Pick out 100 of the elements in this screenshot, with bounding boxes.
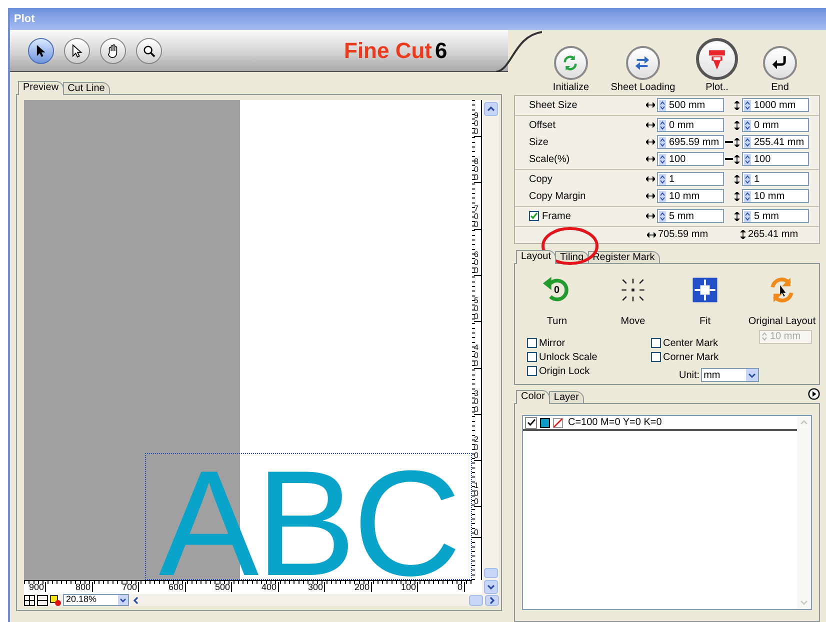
plot-label[interactable]: Plot.. [706,82,728,93]
tab[interactable]: Layer [548,391,584,404]
spinner-icon[interactable] [659,190,666,202]
ruler-label: 700 [122,582,139,592]
checkbox[interactable] [527,352,537,362]
number-field[interactable]: 0 mm [657,118,724,132]
tab[interactable]: Preview [18,81,64,95]
total-width: 705.59 mm [658,228,708,242]
frame-checkbox[interactable] [529,211,539,222]
action-label: Fit [699,314,711,329]
spinner-icon[interactable] [659,120,666,131]
sheet-button[interactable] [626,46,660,80]
width-arrow-icon [646,139,654,146]
pointer-icon [36,44,46,58]
number-field[interactable]: 100 [742,152,809,166]
node-tool-button[interactable] [64,38,90,64]
number-field[interactable]: 10 mm [742,189,809,204]
number-field[interactable]: 10 mm [657,189,724,204]
action-label: Original Layout [748,314,816,329]
scroll-down-icon[interactable] [484,580,498,594]
height-arrow-icon [734,174,740,184]
number-field[interactable]: 695.59 mm [657,135,724,150]
initialize-button[interactable] [554,46,588,80]
field-label: Scale(%) [529,152,570,167]
scroll-right-icon[interactable] [485,594,499,606]
arrow-tool-button[interactable] [28,38,54,64]
turn-button[interactable]: 0 [541,274,573,306]
spinner-icon[interactable] [659,136,666,148]
action-label: Move [620,314,646,329]
field-label: Copy Margin [529,190,586,204]
vertical-scrollbar[interactable] [482,100,499,580]
no-fill-icon [553,418,563,428]
field-label: Sheet Size [529,98,578,113]
number-field[interactable]: 500 mm [657,98,724,112]
color-checkbox[interactable] [525,416,537,429]
ruler-label: 0 [457,582,464,592]
number-field[interactable]: 5 mm [742,209,809,224]
split-view-icon[interactable] [37,594,48,606]
checkbox-label: Corner Mark [663,350,719,365]
unit-dropdown[interactable]: mm [700,368,759,382]
link-dash[interactable] [725,158,733,160]
width-arrow-icon [646,122,654,128]
spinner-icon[interactable] [659,100,666,111]
unit-label: Unit: [679,368,700,383]
tab[interactable]: Layout [516,250,556,264]
zoom-dropdown[interactable]: 20.18% [63,594,129,606]
end-button[interactable] [763,46,797,80]
tab[interactable]: Cut Line [62,82,110,94]
checkbox[interactable] [651,352,661,362]
action-label: Turn [546,314,568,329]
number-field[interactable]: 5 mm [657,209,724,224]
spinner-icon[interactable] [744,154,751,165]
ruler-label: 800 [75,582,92,592]
height-arrow-icon [734,100,740,110]
number-field[interactable]: 1 [742,172,809,186]
tile-view-icon[interactable] [24,594,35,606]
field-label: Frame [542,210,571,224]
ruler-label: 500 [214,582,232,592]
spinner-icon[interactable] [744,120,751,131]
checkbox-label: Center Mark [663,336,718,351]
height-arrow-icon [734,154,740,164]
sheet-label[interactable]: Sheet Loading [610,82,676,93]
spinner-icon[interactable] [659,154,666,165]
scroll-up-icon[interactable] [484,102,498,116]
spinner-icon [761,331,768,342]
number-field[interactable]: 255.41 mm [742,135,809,150]
spinner-icon[interactable] [659,174,666,185]
spinner-icon[interactable] [744,210,751,222]
checkbox[interactable] [527,338,537,348]
spinner-icon[interactable] [744,100,751,111]
plot-button[interactable] [696,38,738,80]
number-field[interactable]: 1 [657,172,724,186]
scroll-thumb[interactable] [484,568,498,578]
hand-tool-button[interactable] [100,38,126,64]
width-arrow-icon [646,176,654,182]
turn-count: 0 [554,284,560,298]
tab[interactable]: Register Mark [588,250,660,263]
ruler-label: 200 [354,582,372,592]
number-field[interactable]: 1000 mm [742,98,809,112]
ruler-label: 400 [261,582,278,592]
scroll-left-icon[interactable] [131,594,141,606]
number-field[interactable]: 100 [657,152,724,166]
spinner-icon[interactable] [659,210,666,222]
spinner-icon[interactable] [744,136,751,148]
link-dash[interactable] [725,141,733,144]
number-field[interactable]: 0 mm [742,118,809,132]
zoom-tool-button[interactable] [136,38,162,64]
spinner-icon[interactable] [744,174,751,185]
tab[interactable]: Color [516,390,550,404]
total-height: 265.41 mm [748,228,798,242]
field-label: Copy [529,172,552,187]
checkbox[interactable] [527,366,537,376]
end-label[interactable]: End [771,82,789,93]
fine-cut-logo: Fine Cut6 [344,40,448,62]
checkbox[interactable] [651,338,661,348]
height-arrow-icon [734,212,740,221]
scroll-thumb[interactable] [469,594,483,606]
spinner-icon[interactable] [744,190,751,202]
color-layer-icon[interactable] [50,594,61,606]
initialize-label[interactable]: Initialize [552,82,590,93]
